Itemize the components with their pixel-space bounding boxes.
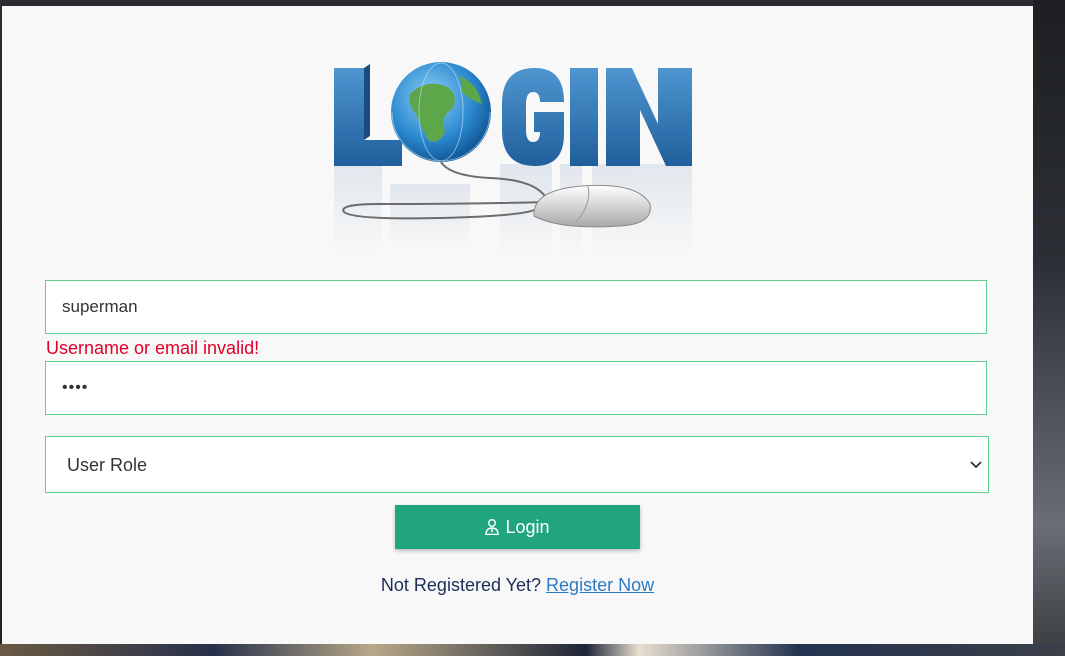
login-button-label: Login: [505, 516, 550, 537]
user-tie-icon: [485, 519, 500, 535]
background-edge-bottom: [0, 644, 1065, 656]
password-input[interactable]: [45, 361, 987, 415]
login-button[interactable]: Login: [395, 505, 640, 549]
username-error-message: Username or email invalid!: [46, 338, 260, 358]
user-role-select[interactable]: User Role: [45, 436, 989, 493]
login-card: Username or email invalid! User Role Log…: [2, 6, 1033, 644]
username-input[interactable]: [45, 280, 987, 334]
register-now-link[interactable]: Register Now: [546, 575, 654, 595]
chevron-down-icon: [968, 456, 984, 472]
background-edge-right: [1033, 0, 1065, 656]
login-logo: [320, 54, 716, 258]
register-prompt-text: Not Registered Yet?: [380, 575, 542, 595]
user-role-select-value: User Role: [67, 455, 148, 475]
register-prompt: Not Registered Yet? Register Now: [2, 575, 1033, 596]
